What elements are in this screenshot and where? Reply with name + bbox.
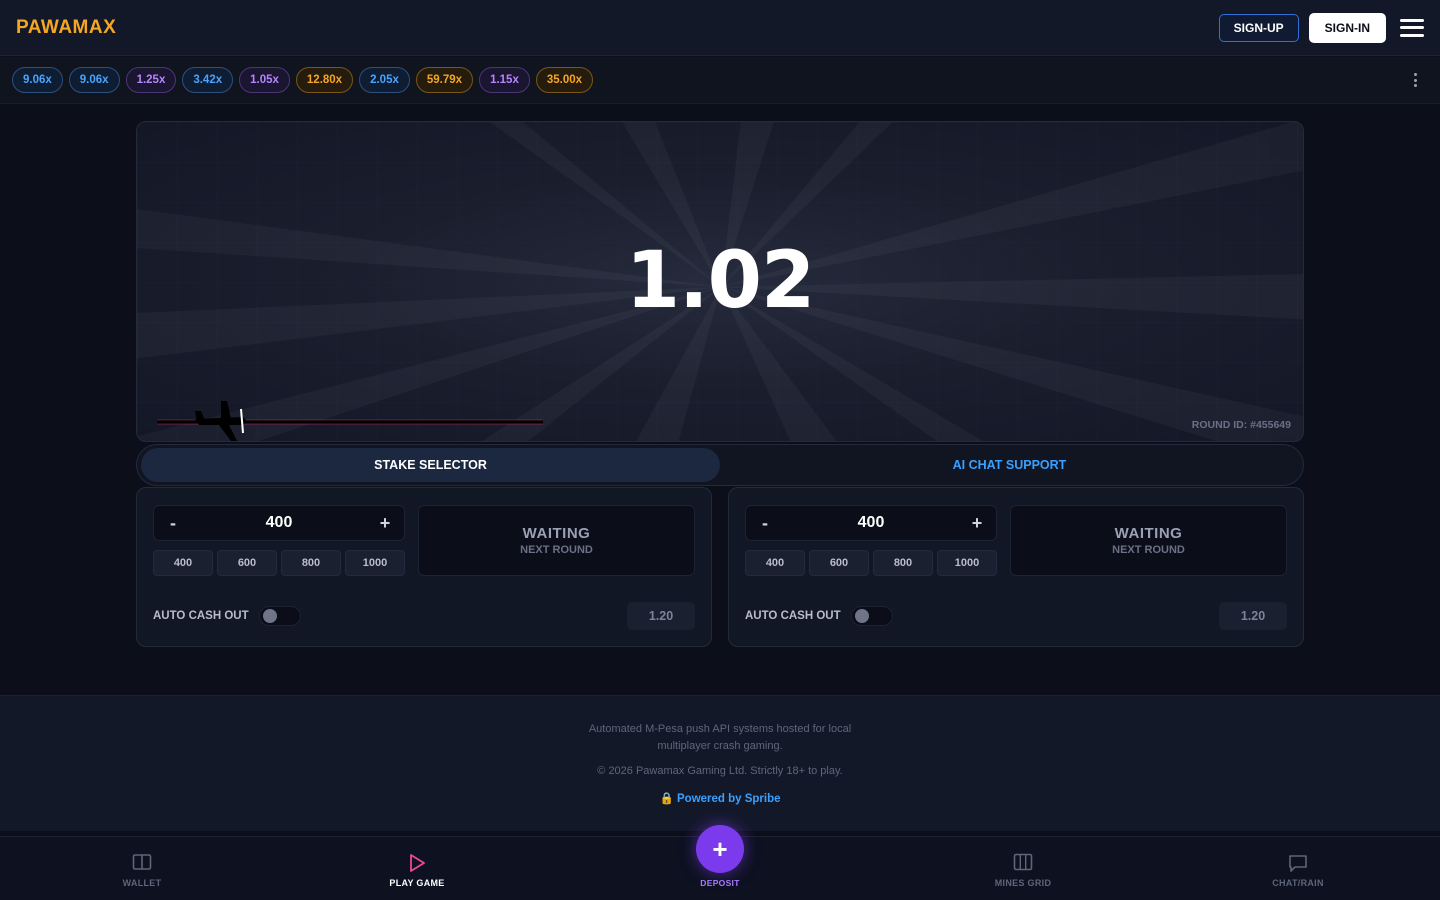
quick-stake-button[interactable]: 400: [153, 550, 213, 576]
bet-status-sub: NEXT ROUND: [520, 544, 593, 556]
quick-stakes: 400 600 800 1000: [745, 550, 997, 576]
header-actions: SIGN-UP SIGN-IN: [1218, 12, 1424, 43]
plane-icon: [195, 401, 247, 441]
decrease-stake-button[interactable]: -: [166, 513, 180, 534]
history-chip[interactable]: 3.42x: [182, 67, 234, 93]
chat-icon: [1238, 853, 1358, 875]
history-chip[interactable]: 9.06x: [12, 67, 63, 93]
history-chip[interactable]: 1.25x: [125, 67, 177, 93]
menu-icon[interactable]: [1400, 18, 1424, 37]
site-footer: Automated M-Pesa push API systems hosted…: [0, 695, 1440, 831]
nav-wallet[interactable]: WALLET: [82, 853, 202, 888]
history-chip[interactable]: 1.15x: [479, 67, 530, 93]
decrease-stake-button[interactable]: -: [758, 513, 772, 534]
top-header: PAWAMAX SIGN-UP SIGN-IN: [0, 0, 1440, 56]
increase-stake-button[interactable]: +: [970, 513, 984, 534]
auto-cashout-toggle[interactable]: [258, 606, 301, 626]
auto-cashout-row: AUTO CASH OUT: [745, 606, 893, 626]
bet-action-button[interactable]: WAITING NEXT ROUND: [1010, 505, 1287, 576]
history-chip[interactable]: 35.00x: [535, 67, 594, 93]
nav-mines-grid[interactable]: MINES GRID: [963, 853, 1083, 888]
grid-icon: [963, 853, 1083, 875]
game-canvas: 1.02 ROUND ID: #455649: [136, 121, 1304, 442]
auto-cashout-row: AUTO CASH OUT: [153, 606, 301, 626]
nav-wallet-label: WALLET: [122, 878, 162, 888]
nav-play-label: PLAY GAME: [389, 878, 445, 888]
nav-chat-label: CHAT/RAIN: [1272, 878, 1324, 888]
deposit-label: DEPOSIT: [700, 878, 740, 888]
bet-tabs: STAKE SELECTOR AI CHAT SUPPORT: [136, 444, 1304, 486]
play-icon: [357, 853, 477, 875]
auto-cashout-value[interactable]: 1.20: [627, 602, 695, 630]
quick-stake-button[interactable]: 600: [809, 550, 869, 576]
bet-action-button[interactable]: WAITING NEXT ROUND: [418, 505, 695, 576]
bet-panel-1: - 400 + 400 600 800 1000 WAITING NEXT RO…: [136, 487, 712, 647]
quick-stakes: 400 600 800 1000: [153, 550, 405, 576]
increase-stake-button[interactable]: +: [378, 513, 392, 534]
footer-description: Automated M-Pesa push API systems hosted…: [588, 723, 852, 752]
round-id: ROUND ID: #455649: [1191, 419, 1291, 431]
tab-stake-selector[interactable]: STAKE SELECTOR: [141, 448, 720, 482]
bet-status: WAITING: [522, 525, 591, 542]
powered-by-link[interactable]: 🔒 Powered by Spribe: [0, 791, 1440, 805]
deposit-button[interactable]: +: [696, 825, 744, 873]
history-chip[interactable]: 59.79x: [415, 67, 474, 93]
stake-amount[interactable]: 400: [266, 514, 293, 532]
stake-stepper: - 400 +: [745, 505, 997, 541]
auto-cashout-value[interactable]: 1.20: [1219, 602, 1287, 630]
flight-trail: [155, 397, 555, 441]
quick-stake-button[interactable]: 1000: [937, 550, 997, 576]
stake-stepper: - 400 +: [153, 505, 405, 541]
auto-cashout-toggle[interactable]: [850, 606, 893, 626]
quick-stake-button[interactable]: 600: [217, 550, 277, 576]
history-chip[interactable]: 12.80x: [295, 67, 354, 93]
signin-button[interactable]: SIGN-IN: [1308, 12, 1386, 43]
auto-cashout-label: AUTO CASH OUT: [153, 610, 249, 622]
more-options-icon[interactable]: [1414, 73, 1418, 87]
nav-chat-rain[interactable]: CHAT/RAIN: [1238, 853, 1358, 888]
current-multiplier: 1.02: [625, 236, 815, 326]
footer-copyright: © 2026 Pawamax Gaming Ltd. Strictly 18+ …: [597, 765, 843, 777]
multiplier-history: 9.06x 9.06x 1.25x 3.42x 1.05x 12.80x 2.0…: [0, 57, 1440, 104]
quick-stake-button[interactable]: 800: [281, 550, 341, 576]
stake-amount[interactable]: 400: [858, 514, 885, 532]
powered-by-text: Powered by Spribe: [677, 793, 781, 805]
wallet-icon: [82, 853, 202, 875]
nav-play-game[interactable]: PLAY GAME: [357, 853, 477, 888]
bet-status: WAITING: [1114, 525, 1183, 542]
brand-logo[interactable]: PAWAMAX: [16, 17, 116, 39]
nav-mines-label: MINES GRID: [994, 878, 1052, 888]
auto-cashout-label: AUTO CASH OUT: [745, 610, 841, 622]
history-chip[interactable]: 2.05x: [359, 67, 410, 93]
tab-ai-chat-support[interactable]: AI CHAT SUPPORT: [720, 448, 1299, 482]
bet-status-sub: NEXT ROUND: [1112, 544, 1185, 556]
history-chip[interactable]: 9.06x: [68, 67, 120, 93]
quick-stake-button[interactable]: 400: [745, 550, 805, 576]
signup-button[interactable]: SIGN-UP: [1218, 13, 1299, 42]
quick-stake-button[interactable]: 800: [873, 550, 933, 576]
quick-stake-button[interactable]: 1000: [345, 550, 405, 576]
lock-icon: 🔒: [659, 793, 674, 805]
bet-panel-2: - 400 + 400 600 800 1000 WAITING NEXT RO…: [728, 487, 1304, 647]
history-chip[interactable]: 1.05x: [239, 67, 290, 93]
